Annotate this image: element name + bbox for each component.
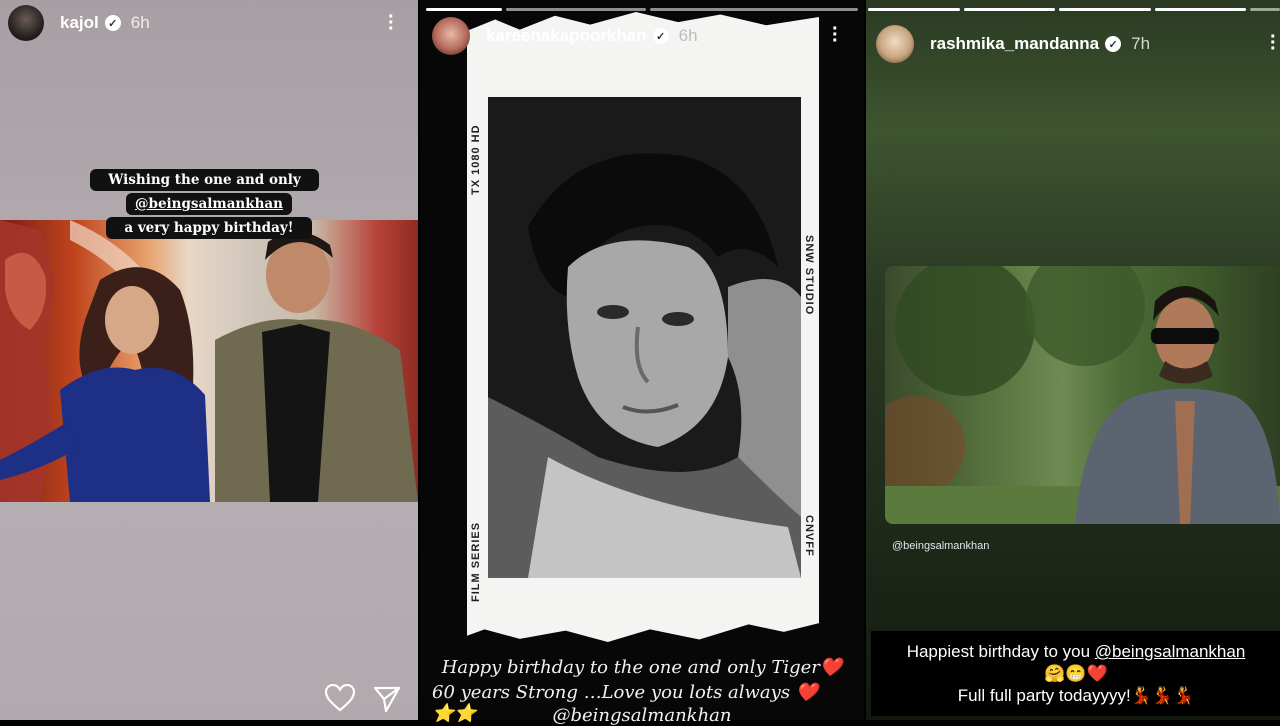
caption-emoji: 🤗😁❤️ <box>1044 664 1108 683</box>
reaction-bar <box>0 680 418 720</box>
timestamp: 7h <box>1131 34 1151 53</box>
username[interactable]: rashmika_mandanna <box>930 34 1099 54</box>
story-progress <box>426 8 858 11</box>
progress-segment <box>650 8 858 11</box>
caption-text: Happiest birthday to you <box>906 642 1095 661</box>
caption-sticker: Wishing the one and only @beingsalmankha… <box>31 168 387 240</box>
verified-icon: ✓ <box>652 28 669 44</box>
film-label: TX 1080 HD <box>470 124 482 195</box>
film-label: CNVFF <box>803 515 815 557</box>
mention-link[interactable]: @beingsalmankhan <box>1095 642 1246 661</box>
username[interactable]: kajol <box>60 13 99 33</box>
story-photo <box>488 97 801 578</box>
progress-segment <box>1059 8 1151 11</box>
caption-box: Happiest birthday to you @beingsalmankha… <box>871 631 1280 716</box>
story-photo <box>885 266 1280 524</box>
username[interactable]: kareenakapoorkhan <box>486 26 647 46</box>
avatar[interactable] <box>432 17 470 55</box>
photo-illustration <box>885 266 1280 524</box>
story-progress <box>868 8 1280 11</box>
mention-link[interactable]: @beingsalmankhan <box>135 196 283 212</box>
story-header: kajol ✓ 6h <box>8 5 418 41</box>
progress-segment <box>506 8 646 11</box>
story-header: kareenakapoorkhan ✓ 6h <box>432 16 852 56</box>
mention-link[interactable]: @beingsalmankhan <box>420 705 864 726</box>
verified-icon: ✓ <box>1105 36 1122 52</box>
share-icon[interactable] <box>373 685 401 713</box>
story-photo <box>0 220 418 502</box>
story-header: rashmika_mandanna ✓ 7h <box>876 24 1280 64</box>
caption-text: Full full party todayyyy!💃💃💃 <box>957 686 1195 705</box>
caption-text: Happy birthday to the one and only Tiger… <box>441 657 843 678</box>
progress-segment <box>1154 8 1246 11</box>
photo-illustration <box>488 97 801 578</box>
heart-icon[interactable] <box>325 684 355 712</box>
progress-segment <box>1250 8 1280 11</box>
timestamp: 6h <box>130 13 150 32</box>
film-label: SNW STUDIO <box>803 235 815 316</box>
story-panel-kajol[interactable]: kajol ✓ 6h · · · Wishing the one and only … <box>0 0 418 720</box>
progress-segment <box>963 8 1055 11</box>
caption-text: Wishing the one and only <box>99 169 310 191</box>
photo-illustration <box>0 220 418 502</box>
film-label: FILM SERIES <box>470 521 482 602</box>
progress-segment <box>426 8 502 11</box>
verified-icon: ✓ <box>104 15 121 31</box>
caption-text: a very happy birthday! <box>115 217 303 239</box>
timestamp: 6h <box>678 26 698 45</box>
mention-link[interactable]: @beingsalmankhan <box>892 540 989 552</box>
progress-segment <box>868 8 960 11</box>
more-options-icon[interactable]: · · · <box>832 19 839 51</box>
avatar[interactable] <box>8 5 44 41</box>
avatar[interactable] <box>876 25 914 63</box>
